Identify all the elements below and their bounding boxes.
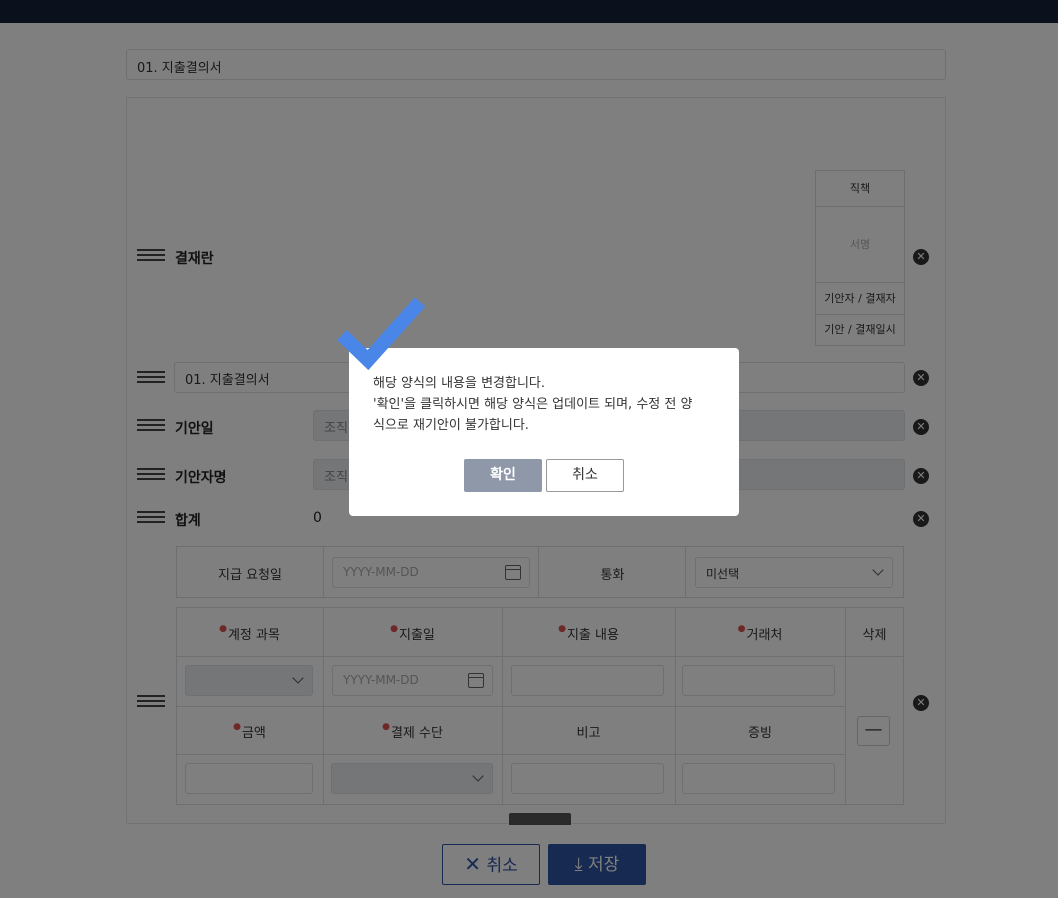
dialog-message-line: '확인'을 클릭하시면 해당 양식은 업데이트 되며, 수정 전 양 [373, 397, 693, 412]
dialog-confirm-button[interactable]: 확인 [464, 459, 542, 492]
dialog-cancel-button[interactable]: 취소 [546, 459, 624, 492]
dialog-message-line: 식으로 재기안이 불가합니다. [373, 418, 529, 433]
dialog-message: 해당 양식의 내용을 변경합니다. '확인'을 클릭하시면 해당 양식은 업데이… [373, 373, 723, 436]
checkmark-icon [337, 297, 426, 371]
